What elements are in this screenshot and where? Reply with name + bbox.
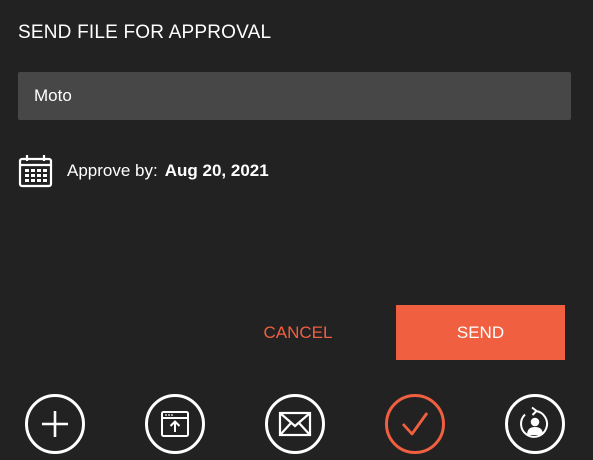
upload-button[interactable] — [145, 394, 205, 454]
dialog-title: SEND FILE FOR APPROVAL — [18, 22, 272, 43]
mail-icon — [278, 411, 312, 437]
share-user-button[interactable] — [505, 394, 565, 454]
calendar-icon[interactable] — [18, 154, 53, 189]
checkmark-icon — [401, 412, 429, 436]
upload-window-icon — [161, 411, 189, 437]
name-field[interactable] — [18, 72, 571, 120]
email-button[interactable] — [265, 394, 325, 454]
plus-icon — [42, 411, 68, 437]
cancel-button[interactable]: CANCEL — [228, 305, 368, 360]
send-button[interactable]: SEND — [396, 305, 565, 360]
approve-by-row[interactable]: Approve by: Aug 20, 2021 — [18, 153, 269, 189]
approve-by-date[interactable]: Aug 20, 2021 — [165, 161, 269, 181]
add-button[interactable] — [25, 394, 85, 454]
user-share-icon — [520, 406, 548, 438]
approval-button[interactable] — [385, 394, 445, 454]
approve-by-label: Approve by: — [67, 161, 158, 180]
